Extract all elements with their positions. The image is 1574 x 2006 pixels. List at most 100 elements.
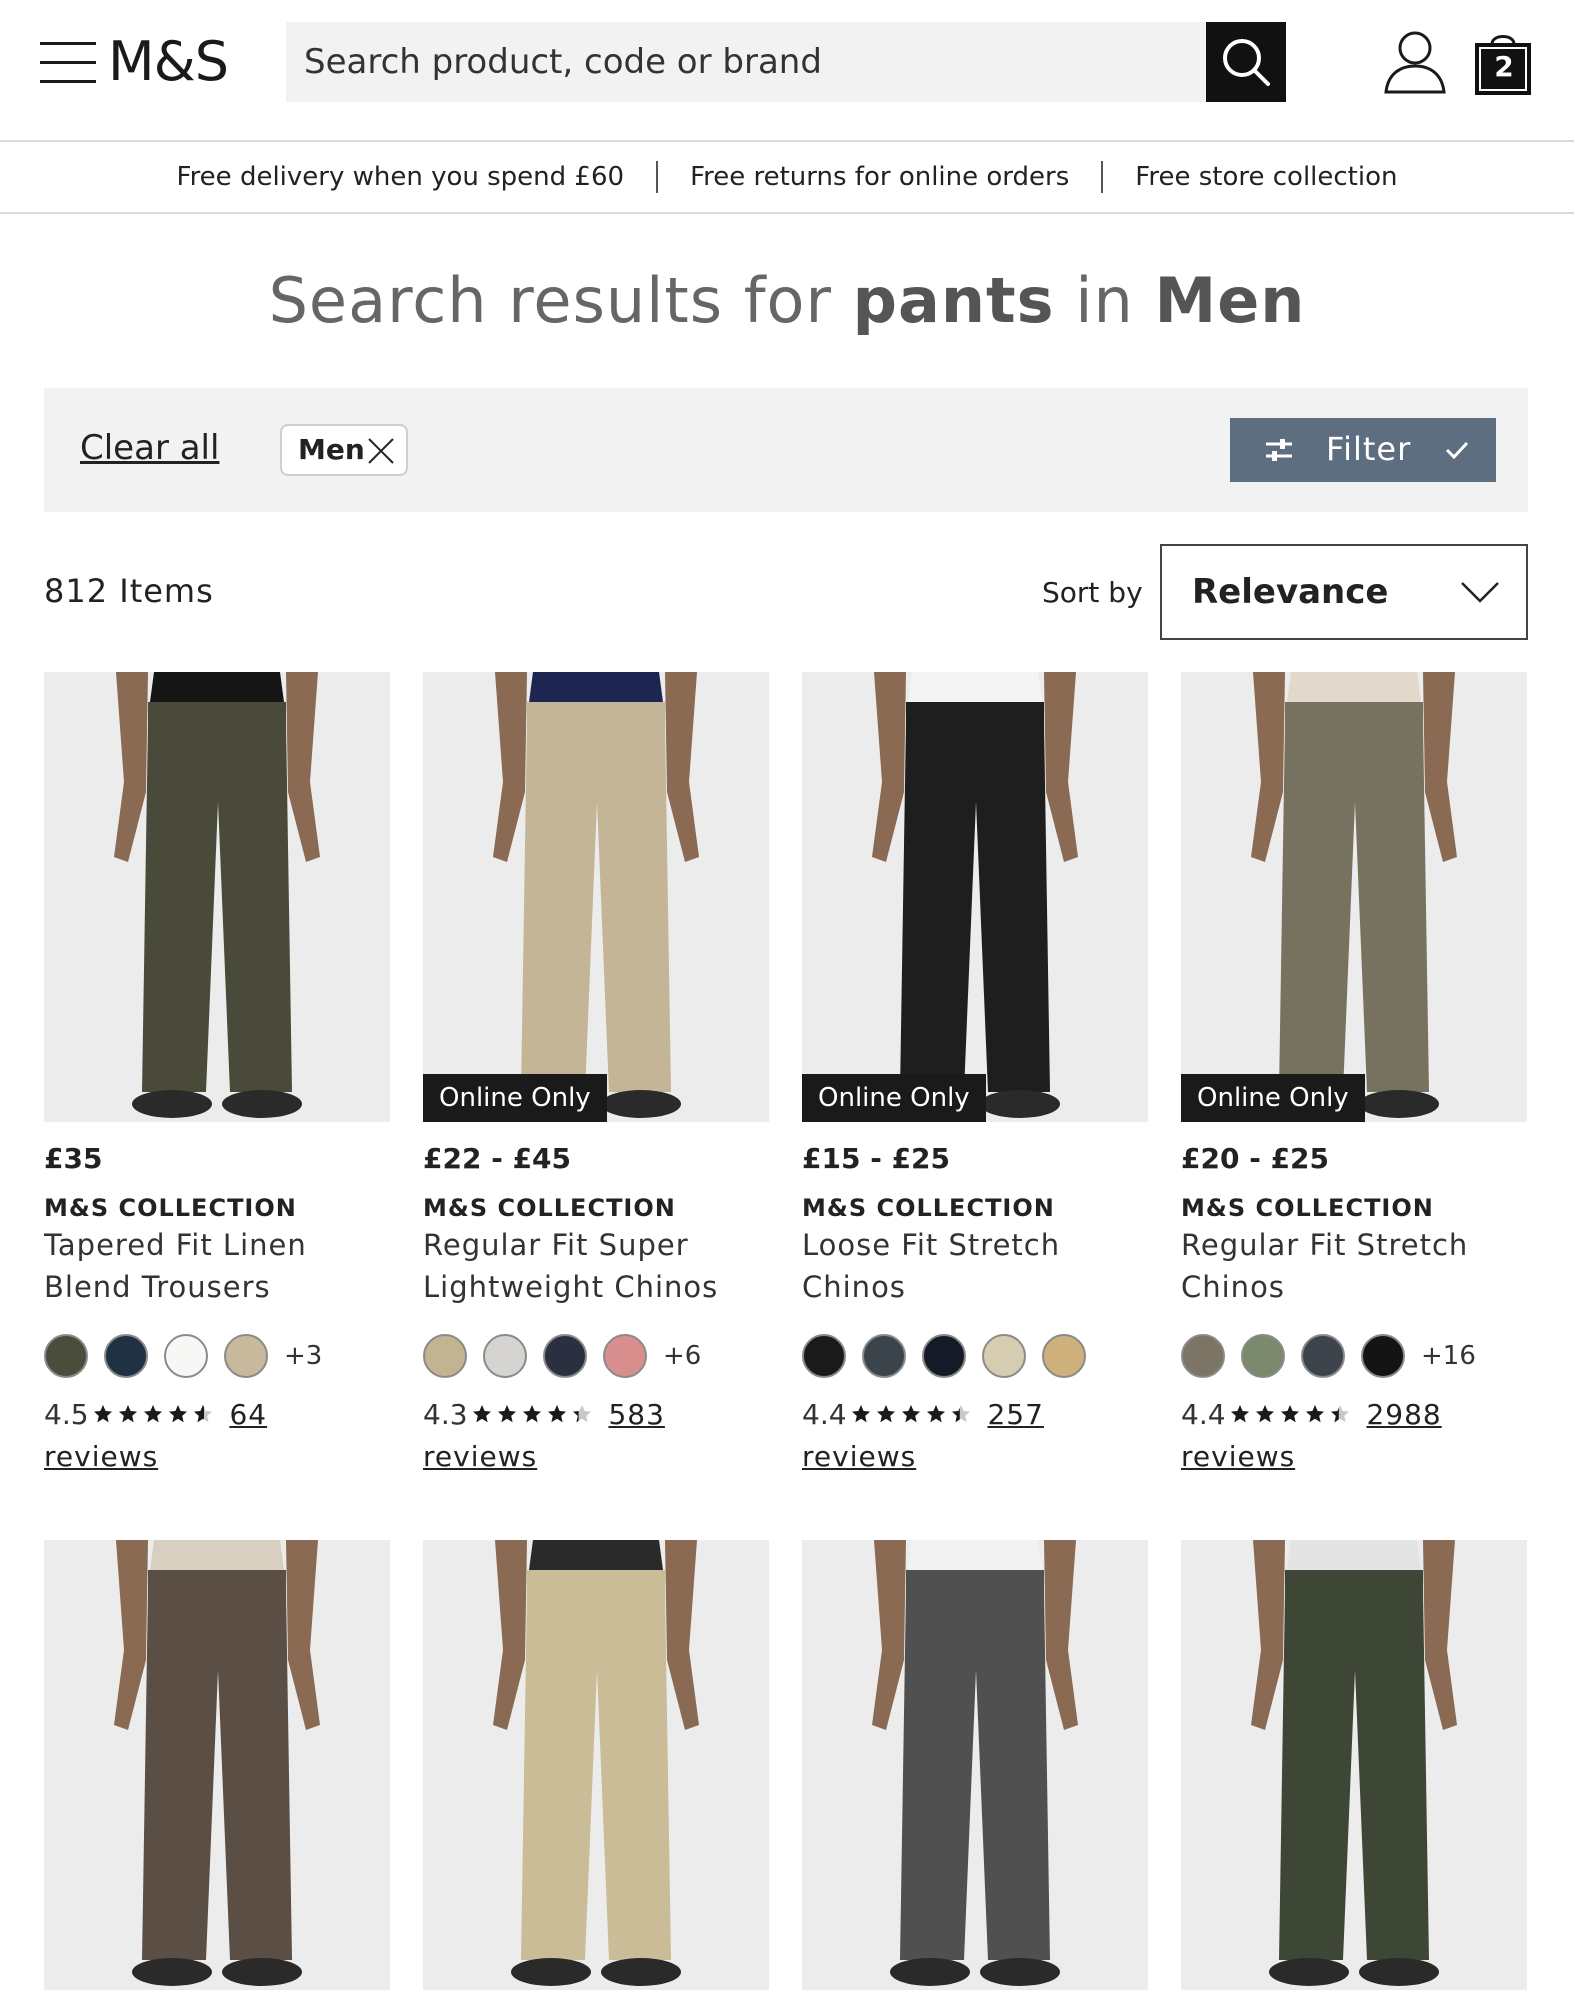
color-swatch[interactable] bbox=[224, 1334, 268, 1378]
product-image-illustration bbox=[1181, 672, 1527, 1122]
product-card[interactable] bbox=[802, 1540, 1148, 1990]
online-only-badge: Online Only bbox=[423, 1074, 607, 1122]
product-image[interactable]: Online Only bbox=[802, 672, 1148, 1122]
color-swatches bbox=[802, 1334, 1102, 1378]
product-image[interactable] bbox=[1181, 1540, 1527, 1990]
product-price: £22 - £45 bbox=[423, 1142, 572, 1175]
product-card[interactable] bbox=[44, 1540, 390, 1990]
color-swatch[interactable] bbox=[1241, 1334, 1285, 1378]
star-rating-icon bbox=[472, 1405, 591, 1423]
product-image[interactable] bbox=[802, 1540, 1148, 1990]
sort-label: Sort by bbox=[1042, 576, 1143, 609]
color-swatch[interactable] bbox=[1301, 1334, 1345, 1378]
color-swatch[interactable] bbox=[483, 1334, 527, 1378]
filter-chip-men[interactable]: Men bbox=[280, 424, 408, 476]
color-swatch[interactable] bbox=[1181, 1334, 1225, 1378]
product-rating: 4.4 2988 reviews bbox=[1181, 1394, 1527, 1478]
close-icon[interactable] bbox=[366, 436, 396, 466]
product-card[interactable]: Online Only £20 - £25 M&S COLLECTION Regula… bbox=[1181, 672, 1527, 1473]
rating-value: 4.4 bbox=[802, 1398, 847, 1431]
color-swatch[interactable] bbox=[104, 1334, 148, 1378]
color-swatch[interactable] bbox=[423, 1334, 467, 1378]
star-rating-icon bbox=[93, 1405, 212, 1423]
product-name[interactable]: Regular Fit Super Lightweight Chinos bbox=[423, 1224, 769, 1308]
search-input[interactable] bbox=[286, 22, 1206, 102]
color-swatch[interactable] bbox=[1042, 1334, 1086, 1378]
more-colors[interactable]: +16 bbox=[1421, 1341, 1476, 1371]
product-rating: 4.4 257 reviews bbox=[802, 1394, 1148, 1478]
product-image[interactable]: Online Only bbox=[1181, 672, 1527, 1122]
product-name[interactable]: Regular Fit Stretch Chinos bbox=[1181, 1224, 1527, 1308]
product-name[interactable]: Tapered Fit Linen Blend Trousers bbox=[44, 1224, 390, 1308]
product-image-illustration bbox=[802, 1540, 1148, 1990]
promo-bar: Free delivery when you spend £60 Free re… bbox=[0, 142, 1574, 214]
sort-dropdown[interactable]: Relevance bbox=[1160, 544, 1528, 640]
account-icon[interactable] bbox=[1382, 28, 1448, 94]
product-image-illustration bbox=[423, 1540, 769, 1990]
product-card[interactable]: Online Only £22 - £45 M&S COLLECTION Regula… bbox=[423, 672, 769, 1473]
color-swatch[interactable] bbox=[44, 1334, 88, 1378]
ms-logo[interactable]: M&S bbox=[108, 30, 229, 93]
product-card[interactable]: £35 M&S COLLECTION Tapered Fit Linen Blend… bbox=[44, 672, 390, 1473]
search-button[interactable] bbox=[1206, 22, 1286, 102]
title-prefix: Search results for bbox=[268, 264, 853, 337]
filter-button[interactable]: Filter bbox=[1230, 418, 1496, 482]
online-only-badge: Online Only bbox=[1181, 1074, 1365, 1122]
hamburger-menu-icon[interactable] bbox=[40, 42, 96, 84]
product-image[interactable] bbox=[44, 672, 390, 1122]
color-swatch[interactable] bbox=[982, 1334, 1026, 1378]
color-swatch[interactable] bbox=[1361, 1334, 1405, 1378]
promo-collection[interactable]: Free store collection bbox=[1103, 162, 1429, 192]
filter-chip-label: Men bbox=[298, 433, 365, 466]
product-image-illustration bbox=[423, 672, 769, 1122]
product-image-illustration bbox=[1181, 1540, 1527, 1990]
filter-label: Filter bbox=[1326, 430, 1412, 468]
product-image-illustration bbox=[44, 672, 390, 1122]
more-colors[interactable]: +3 bbox=[284, 1341, 322, 1371]
online-only-badge: Online Only bbox=[802, 1074, 986, 1122]
product-card[interactable] bbox=[423, 1540, 769, 1990]
title-query: pants bbox=[852, 264, 1055, 337]
product-name[interactable]: Loose Fit Stretch Chinos bbox=[802, 1224, 1148, 1308]
color-swatch[interactable] bbox=[922, 1334, 966, 1378]
page-title: Search results for pants in Men bbox=[0, 264, 1574, 337]
color-swatch[interactable] bbox=[164, 1334, 208, 1378]
color-swatch[interactable] bbox=[862, 1334, 906, 1378]
rating-value: 4.5 bbox=[44, 1398, 89, 1431]
color-swatches: +6 bbox=[423, 1334, 701, 1378]
product-rating: 4.5 64 reviews bbox=[44, 1394, 390, 1478]
chevron-down-icon bbox=[1461, 582, 1499, 603]
search-icon bbox=[1223, 39, 1270, 86]
product-price: £15 - £25 bbox=[802, 1142, 951, 1175]
filter-bar: Clear all Men Filter bbox=[44, 388, 1528, 512]
bag-count-badge: 2 bbox=[1494, 50, 1514, 83]
product-price: £20 - £25 bbox=[1181, 1142, 1330, 1175]
sliders-icon bbox=[1266, 439, 1292, 461]
promo-delivery[interactable]: Free delivery when you spend £60 bbox=[145, 162, 657, 192]
color-swatch[interactable] bbox=[603, 1334, 647, 1378]
product-card[interactable] bbox=[1181, 1540, 1527, 1990]
product-rating: 4.3 583 reviews bbox=[423, 1394, 769, 1478]
star-rating-icon bbox=[1230, 1405, 1349, 1423]
color-swatches: +3 bbox=[44, 1334, 322, 1378]
check-icon bbox=[1445, 441, 1469, 460]
product-image[interactable] bbox=[44, 1540, 390, 1990]
product-image-illustration bbox=[44, 1540, 390, 1990]
clear-all-link[interactable]: Clear all bbox=[80, 428, 219, 468]
color-swatch[interactable] bbox=[543, 1334, 587, 1378]
sort-value: Relevance bbox=[1192, 572, 1389, 612]
rating-value: 4.4 bbox=[1181, 1398, 1226, 1431]
product-image-illustration bbox=[802, 672, 1148, 1122]
promo-returns[interactable]: Free returns for online orders bbox=[658, 162, 1101, 192]
color-swatches: +16 bbox=[1181, 1334, 1476, 1378]
product-brand: M&S COLLECTION bbox=[423, 1194, 676, 1222]
site-header: M&S 2 bbox=[0, 0, 1574, 142]
product-card[interactable]: Online Only £15 - £25 M&S COLLECTION Loose … bbox=[802, 672, 1148, 1473]
product-brand: M&S COLLECTION bbox=[1181, 1194, 1434, 1222]
title-middle: in bbox=[1054, 264, 1155, 337]
more-colors[interactable]: +6 bbox=[663, 1341, 701, 1371]
color-swatch[interactable] bbox=[802, 1334, 846, 1378]
items-count: 812 Items bbox=[44, 572, 214, 610]
product-image[interactable] bbox=[423, 1540, 769, 1990]
product-image[interactable]: Online Only bbox=[423, 672, 769, 1122]
